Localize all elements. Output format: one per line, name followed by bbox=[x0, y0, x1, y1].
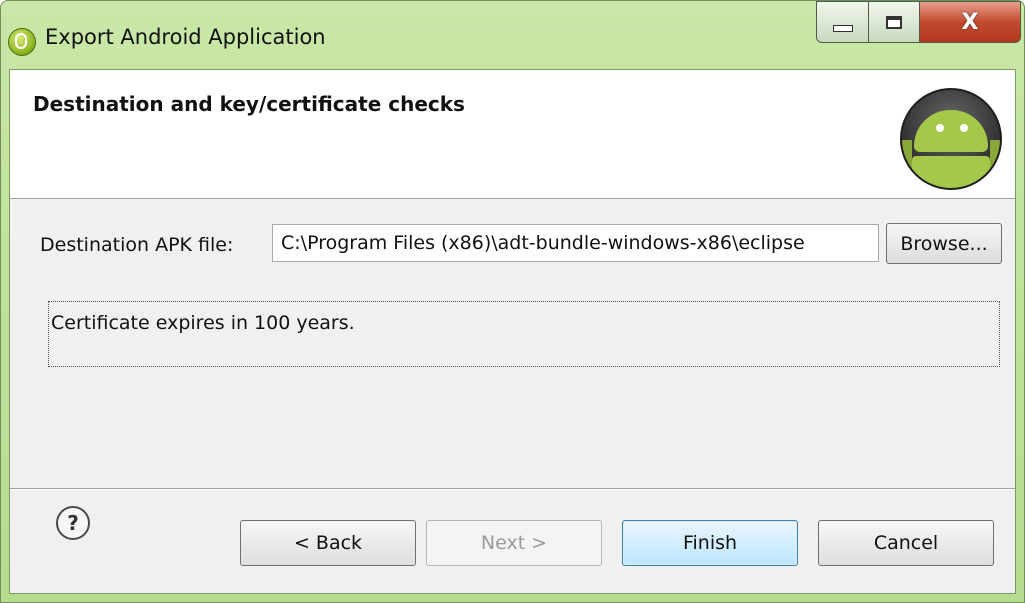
android-body bbox=[912, 156, 990, 188]
footer-separator bbox=[10, 488, 1015, 490]
certificate-message: Certificate expires in 100 years. bbox=[51, 312, 355, 334]
help-icon[interactable]: ? bbox=[56, 506, 90, 540]
browse-button[interactable]: Browse... bbox=[886, 223, 1002, 264]
eclipse-app-icon bbox=[8, 28, 36, 56]
dialog-window: Export Android Application X Destination… bbox=[0, 0, 1025, 603]
dialog-body: Destination and key/certificate checks D… bbox=[9, 69, 1016, 594]
maximize-button[interactable] bbox=[868, 1, 920, 43]
maximize-icon bbox=[886, 15, 902, 29]
close-icon: X bbox=[961, 9, 979, 35]
android-head bbox=[914, 110, 988, 152]
certificate-message-box: Certificate expires in 100 years. bbox=[48, 301, 1000, 367]
next-button[interactable]: Next > bbox=[426, 520, 602, 566]
android-icon bbox=[900, 88, 1002, 190]
minimize-button[interactable] bbox=[816, 1, 869, 43]
page-title: Destination and key/certificate checks bbox=[33, 92, 465, 116]
window-title: Export Android Application bbox=[45, 25, 326, 49]
back-button[interactable]: < Back bbox=[240, 520, 416, 566]
close-button[interactable]: X bbox=[919, 1, 1021, 43]
android-eye-left bbox=[936, 124, 944, 132]
wizard-banner: Destination and key/certificate checks bbox=[10, 70, 1015, 199]
android-eye-right bbox=[960, 124, 968, 132]
android-arm-left bbox=[902, 140, 912, 180]
cancel-button[interactable]: Cancel bbox=[818, 520, 994, 566]
finish-button[interactable]: Finish bbox=[622, 520, 798, 566]
minimize-icon bbox=[832, 24, 853, 32]
android-arm-right bbox=[990, 140, 1000, 180]
destination-apk-input[interactable] bbox=[272, 224, 879, 262]
destination-apk-label: Destination APK file: bbox=[40, 234, 234, 256]
title-bar[interactable]: Export Android Application X bbox=[1, 1, 1025, 69]
